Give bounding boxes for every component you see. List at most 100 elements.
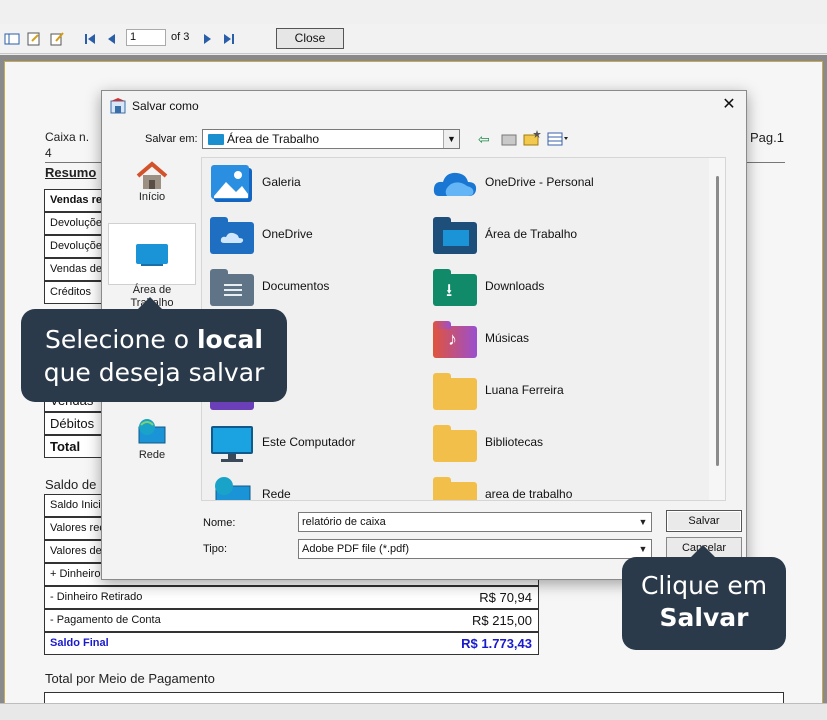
file-name-field[interactable]: relatório de caixa ▼	[298, 512, 652, 532]
place-label: Início	[138, 191, 166, 203]
page-count: of 3	[171, 31, 190, 43]
callout-text: que deseja salvar	[43, 358, 265, 387]
table-row: Devoluções	[44, 235, 104, 258]
row-label: Saldo Inicia	[50, 499, 107, 511]
chevron-down-icon[interactable]: ▼	[635, 513, 651, 531]
next-page-icon[interactable]	[199, 31, 215, 47]
table-row: - Dinheiro Retirado R$ 70,94	[44, 586, 539, 609]
gallery-icon	[211, 165, 252, 202]
file-name-value: relatório de caixa	[302, 516, 386, 528]
table-row: Total rec	[44, 435, 104, 458]
first-page-icon[interactable]	[82, 31, 98, 47]
list-item[interactable]: Documentos	[202, 262, 422, 314]
libraries-folder-icon	[433, 424, 477, 464]
row-value: R$ 215,00	[472, 613, 532, 628]
row-value: R$ 1.773,43	[461, 636, 532, 651]
desktop-icon	[136, 244, 168, 266]
item-label: Bibliotecas	[485, 435, 544, 449]
scrollbar[interactable]	[709, 158, 725, 500]
item-label: Luana Ferreira	[485, 383, 564, 397]
item-label: OneDrive - Personal	[485, 175, 594, 189]
chevron-down-icon[interactable]: ▼	[635, 540, 651, 558]
desktop-folder-icon	[433, 216, 477, 256]
music-folder-icon: ♪	[433, 320, 477, 360]
tooltip-select-location: Selecione o local que deseja salvar	[21, 297, 287, 402]
new-folder-icon[interactable]	[523, 130, 541, 146]
item-label: Downloads	[485, 279, 545, 293]
downloads-folder-icon: ⭳	[433, 268, 477, 308]
table-row: - Pagamento de Conta R$ 215,00	[44, 609, 539, 632]
edit-icon[interactable]	[49, 31, 65, 47]
close-button[interactable]: Close	[276, 28, 344, 49]
callout-text: Selecione o	[45, 325, 197, 354]
callout-emphasis: local	[196, 325, 263, 354]
view-menu-icon[interactable]	[547, 132, 569, 146]
onedrive-cloud-icon	[433, 172, 477, 196]
list-item[interactable]: Área de Trabalho	[425, 210, 645, 262]
tooltip-click-save: Clique em Salvar	[622, 545, 786, 650]
row-label: - Dinheiro Retirado	[50, 591, 143, 603]
chevron-down-icon[interactable]: ▼	[443, 130, 459, 148]
list-item[interactable]: Rede	[202, 470, 422, 501]
file-type-value: Adobe PDF file (*.pdf)	[302, 543, 409, 555]
row-label: Valores de	[50, 545, 102, 557]
row-label: - Pagamento de Conta	[50, 614, 161, 626]
list-item[interactable]: Bibliotecas	[425, 418, 645, 470]
table-row: Saldo Final R$ 1.773,43	[44, 632, 539, 655]
list-item[interactable]: OneDrive	[202, 210, 422, 262]
scrollbar-thumb[interactable]	[716, 176, 719, 466]
total-meio-label: Total por Meio de Pagamento	[45, 671, 215, 686]
network-icon	[138, 419, 166, 444]
item-label: Este Computador	[262, 435, 356, 449]
top-strip	[0, 0, 827, 24]
table-row: Créditos ut	[44, 281, 104, 304]
table-row: Vendas de	[44, 258, 104, 281]
list-item[interactable]: Este Computador	[202, 418, 422, 470]
home-icon	[136, 161, 168, 189]
location-value: Área de Trabalho	[227, 132, 320, 146]
report-toolbar: 1 of 3 Close	[0, 24, 827, 54]
save-in-dropdown[interactable]: Área de Trabalho ▼	[202, 129, 460, 149]
back-icon[interactable]: ⇦	[478, 131, 490, 148]
status-bar	[0, 703, 827, 720]
row-label: Saldo Final	[50, 637, 109, 649]
item-label: Músicas	[485, 331, 530, 345]
row-value: R$ 70,94	[479, 590, 532, 605]
item-label: Rede	[262, 487, 291, 501]
type-label: Tipo:	[203, 543, 228, 555]
resumo-label: Resumo	[45, 165, 97, 180]
documents-folder-icon	[210, 268, 254, 308]
list-item[interactable]: Galeria	[202, 158, 422, 210]
list-item[interactable]: ⭳ Downloads	[425, 262, 645, 314]
file-type-select[interactable]: Adobe PDF file (*.pdf) ▼	[298, 539, 652, 559]
item-label: Área de Trabalho	[485, 227, 578, 241]
page-number-input[interactable]: 1	[126, 29, 166, 46]
save-button[interactable]: Salvar	[666, 510, 742, 532]
page-label: Pag.1	[750, 130, 784, 145]
close-icon[interactable]: ✕	[720, 96, 738, 114]
list-item[interactable]: Luana Ferreira	[425, 366, 645, 418]
place-label: Rede	[138, 449, 166, 461]
export-icon[interactable]	[26, 31, 42, 47]
list-item[interactable]: ♪ Músicas	[425, 314, 645, 366]
item-label: Documentos	[262, 279, 330, 293]
place-inicio[interactable]: Início	[108, 161, 196, 211]
saldo-label: Saldo de	[45, 477, 97, 492]
previous-page-icon[interactable]	[104, 31, 120, 47]
place-area-de-trabalho[interactable]: Área de Trabalho	[108, 223, 196, 309]
computer-icon	[211, 426, 253, 462]
table-row: Vendas re	[44, 189, 104, 212]
list-item[interactable]: area de trabalho	[425, 470, 645, 500]
onedrive-folder-icon	[210, 216, 254, 256]
list-item[interactable]: OneDrive - Personal	[425, 158, 645, 210]
page-layout-icon[interactable]	[4, 31, 20, 47]
callout-text: Clique em	[640, 571, 768, 600]
table-row: Débitos p	[44, 412, 104, 435]
item-label: OneDrive	[262, 227, 313, 241]
last-page-icon[interactable]	[221, 31, 237, 47]
user-folder-icon	[433, 372, 477, 412]
place-rede[interactable]: Rede	[108, 417, 196, 467]
item-label: Galeria	[262, 175, 301, 189]
name-label: Nome:	[203, 517, 236, 529]
up-folder-icon[interactable]	[501, 132, 517, 146]
